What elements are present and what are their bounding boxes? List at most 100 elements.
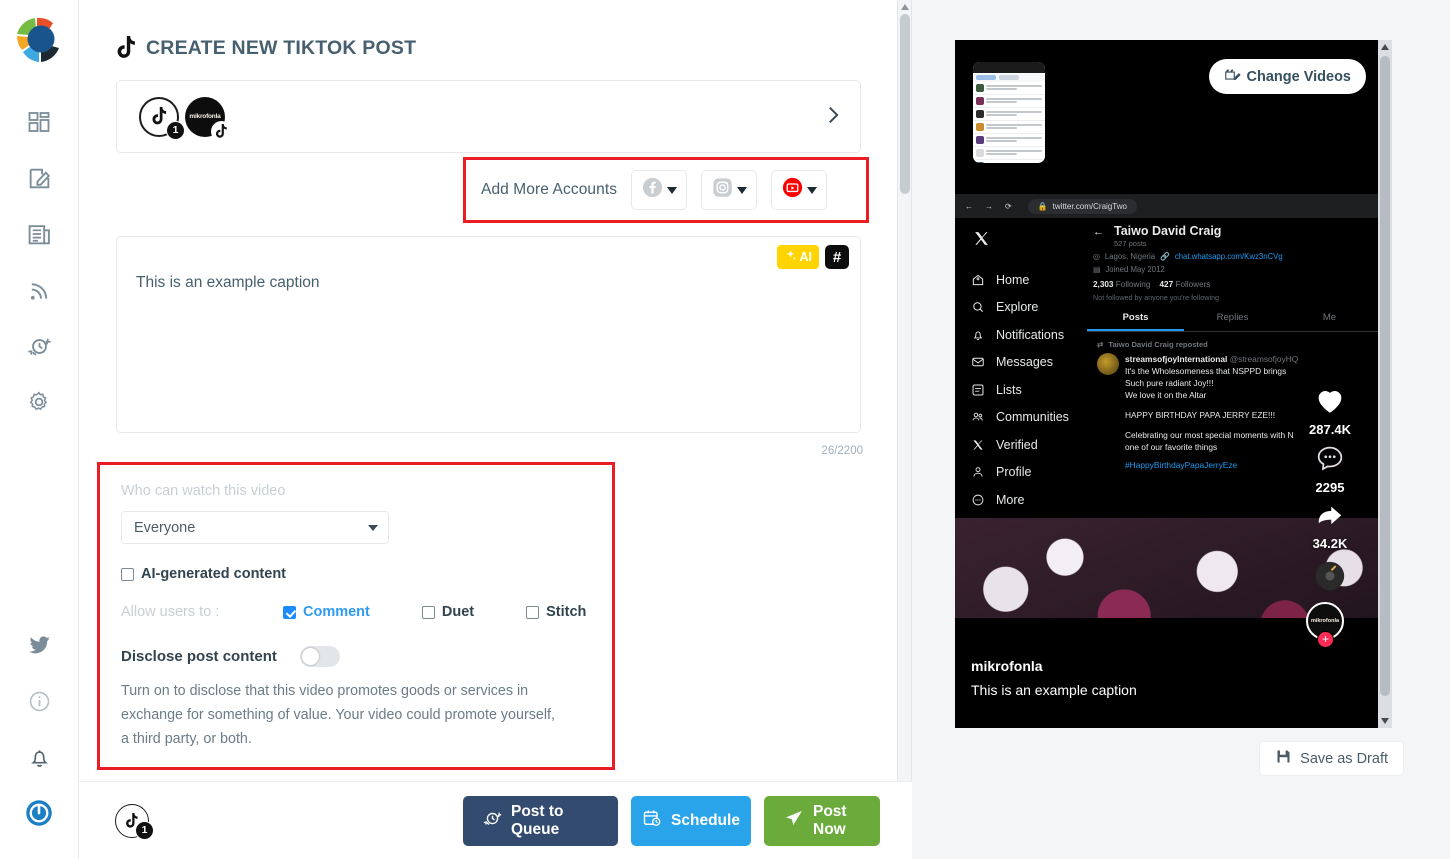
x-nav-communities[interactable]: Communities bbox=[971, 404, 1087, 432]
location-pin-icon: ◎ bbox=[1093, 252, 1100, 261]
stitch-checkbox[interactable] bbox=[526, 605, 540, 619]
avatar-label: mikrofonla bbox=[189, 113, 221, 120]
link-icon: 🔗 bbox=[1160, 252, 1170, 261]
search-icon bbox=[973, 302, 984, 313]
list-icon bbox=[972, 384, 984, 396]
post-editor-panel: CREATE NEW TIKTOK POST 1 mikrofonla Add … bbox=[79, 0, 912, 859]
scroll-up-arrow-icon[interactable] bbox=[1381, 44, 1389, 50]
x-profile-link[interactable]: chat.whatsapp.com/Kwz3nCVg bbox=[1175, 252, 1283, 261]
follow-plus-icon[interactable]: + bbox=[1317, 631, 1334, 648]
avatar bbox=[1097, 353, 1119, 375]
x-nav-lists[interactable]: Lists bbox=[971, 376, 1087, 404]
scrollbar-thumb[interactable] bbox=[1380, 56, 1390, 696]
chevron-down-icon bbox=[368, 524, 378, 531]
preview-scrollbar[interactable] bbox=[1378, 40, 1392, 728]
preview-caption: mikrofonla This is an example caption bbox=[971, 658, 1137, 698]
caption-input[interactable]: This is an example caption bbox=[136, 274, 320, 292]
change-videos-button[interactable]: Change Videos bbox=[1208, 59, 1366, 94]
tiktok-icon bbox=[116, 36, 137, 60]
youtube-add-button[interactable] bbox=[771, 170, 828, 210]
sidebar-item-info[interactable] bbox=[11, 673, 67, 729]
x-profile-name: Taiwo David Craig bbox=[1114, 224, 1222, 238]
x-nav-notifications[interactable]: Notifications bbox=[971, 321, 1087, 349]
sidebar-item-rss[interactable] bbox=[11, 262, 67, 318]
page-title: CREATE NEW TIKTOK POST bbox=[116, 36, 911, 60]
schedule-button[interactable]: Schedule bbox=[631, 795, 751, 846]
scroll-down-arrow-icon[interactable] bbox=[1381, 718, 1389, 724]
scroll-up-arrow-icon[interactable] bbox=[901, 4, 909, 10]
post-to-queue-button[interactable]: Post to Queue bbox=[463, 795, 618, 846]
x-tweet-body: streamsofjoyInternational @streamsofjoyH… bbox=[1125, 353, 1298, 471]
account-avatar-2[interactable]: mikrofonla bbox=[185, 96, 232, 142]
comment-checkbox[interactable] bbox=[283, 605, 296, 619]
back-arrow-icon: ← bbox=[965, 201, 973, 211]
x-nav-more-label: More bbox=[996, 492, 1025, 507]
duet-checkbox[interactable] bbox=[421, 605, 435, 619]
back-arrow-icon[interactable]: ← bbox=[1093, 226, 1104, 238]
x-nav-home[interactable]: Home bbox=[971, 266, 1087, 294]
sidebar-item-content[interactable] bbox=[11, 206, 67, 262]
compose-edit-icon bbox=[29, 168, 50, 188]
ai-generated-checkbox[interactable] bbox=[121, 567, 134, 581]
like-button[interactable]: 287.4K bbox=[1300, 383, 1360, 437]
sidebar-item-twitter[interactable] bbox=[11, 617, 67, 673]
preview-caption-user: mikrofonla bbox=[971, 658, 1043, 674]
footer-account-indicator[interactable]: 1 bbox=[115, 803, 154, 840]
tiktok-author-avatar[interactable]: mikrofonla + bbox=[1306, 602, 1344, 648]
comment-option[interactable]: Comment bbox=[283, 604, 370, 620]
gear-icon bbox=[29, 391, 48, 411]
sidebar-item-dashboard[interactable] bbox=[11, 94, 67, 150]
video-preview[interactable]: Change Videos ← → ⟳ 🔒 twitter.com/CraigT… bbox=[955, 40, 1392, 728]
hashtag-button[interactable]: # bbox=[825, 245, 849, 269]
comment-button[interactable]: 2295 bbox=[1300, 443, 1360, 495]
selected-accounts-box[interactable]: 1 mikrofonla bbox=[116, 80, 861, 153]
x-tweet-hashtag[interactable]: #HappyBirthdayPapaJerryEze bbox=[1125, 459, 1298, 471]
x-nav-more[interactable]: More bbox=[971, 486, 1087, 514]
x-tab-replies[interactable]: Replies bbox=[1184, 312, 1281, 331]
x-following-count: 2,303 bbox=[1093, 280, 1114, 289]
editor-scrollbar[interactable] bbox=[897, 0, 911, 859]
x-tab-media[interactable]: Me bbox=[1281, 312, 1378, 331]
account-count-badge: 1 bbox=[166, 120, 185, 140]
duet-option[interactable]: Duet bbox=[421, 604, 474, 620]
sidebar-item-compose[interactable] bbox=[11, 150, 67, 206]
hashtag-icon: # bbox=[832, 248, 842, 266]
thumb-row bbox=[973, 147, 1045, 160]
x-nav-messages[interactable]: Messages bbox=[971, 349, 1087, 377]
music-disc-icon bbox=[1300, 559, 1360, 598]
instagram-add-button[interactable] bbox=[701, 170, 758, 210]
preview-panel: Change Videos ← → ⟳ 🔒 twitter.com/CraigT… bbox=[912, 0, 1450, 859]
sidebar-item-logout[interactable] bbox=[11, 785, 67, 841]
sidebar-item-notifications[interactable] bbox=[11, 729, 67, 785]
caption-editor[interactable]: AI # This is an example caption bbox=[116, 236, 861, 433]
x-profile-joined-row: ▤ Joined May 2012 bbox=[1087, 265, 1378, 274]
x-tab-posts[interactable]: Posts bbox=[1087, 312, 1184, 331]
browser-chrome-bar: ← → ⟳ 🔒 twitter.com/CraigTwo bbox=[955, 194, 1378, 218]
content-feed-icon bbox=[28, 224, 50, 244]
x-nav-explore[interactable]: Explore bbox=[971, 294, 1087, 322]
share-button[interactable]: 34.2K bbox=[1300, 501, 1360, 551]
post-now-button[interactable]: Post Now bbox=[764, 795, 880, 846]
save-as-draft-button[interactable]: Save as Draft bbox=[1259, 741, 1404, 776]
chevron-right-icon[interactable] bbox=[822, 104, 844, 130]
disclose-toggle[interactable] bbox=[299, 646, 340, 667]
app-logo[interactable] bbox=[11, 12, 67, 68]
x-tweet-handle: @streamsofjoyHQ bbox=[1229, 354, 1299, 364]
sidebar-item-queue[interactable] bbox=[11, 318, 67, 374]
ai-generated-row[interactable]: AI-generated content bbox=[121, 566, 592, 582]
save-as-draft-label: Save as Draft bbox=[1300, 750, 1388, 767]
sidebar-item-settings[interactable] bbox=[11, 374, 67, 430]
like-count: 287.4K bbox=[1309, 422, 1351, 437]
facebook-add-button[interactable] bbox=[631, 170, 688, 210]
x-nav-profile[interactable]: Profile bbox=[971, 459, 1087, 487]
tiktok-settings-section: Who can watch this video Everyone AI-gen… bbox=[97, 462, 615, 770]
x-nav-verified-label: Verified bbox=[996, 437, 1038, 452]
x-tweet-line6: one of our favorite things bbox=[1125, 442, 1218, 452]
stitch-option[interactable]: Stitch bbox=[526, 604, 586, 620]
ai-assist-button[interactable]: AI bbox=[776, 245, 819, 269]
x-nav-verified[interactable]: Verified bbox=[971, 431, 1087, 459]
account-avatar-1[interactable]: 1 bbox=[139, 96, 185, 140]
privacy-select[interactable]: Everyone bbox=[121, 511, 389, 544]
url-bar: 🔒 twitter.com/CraigTwo bbox=[1027, 198, 1137, 214]
scrollbar-thumb[interactable] bbox=[900, 14, 910, 194]
